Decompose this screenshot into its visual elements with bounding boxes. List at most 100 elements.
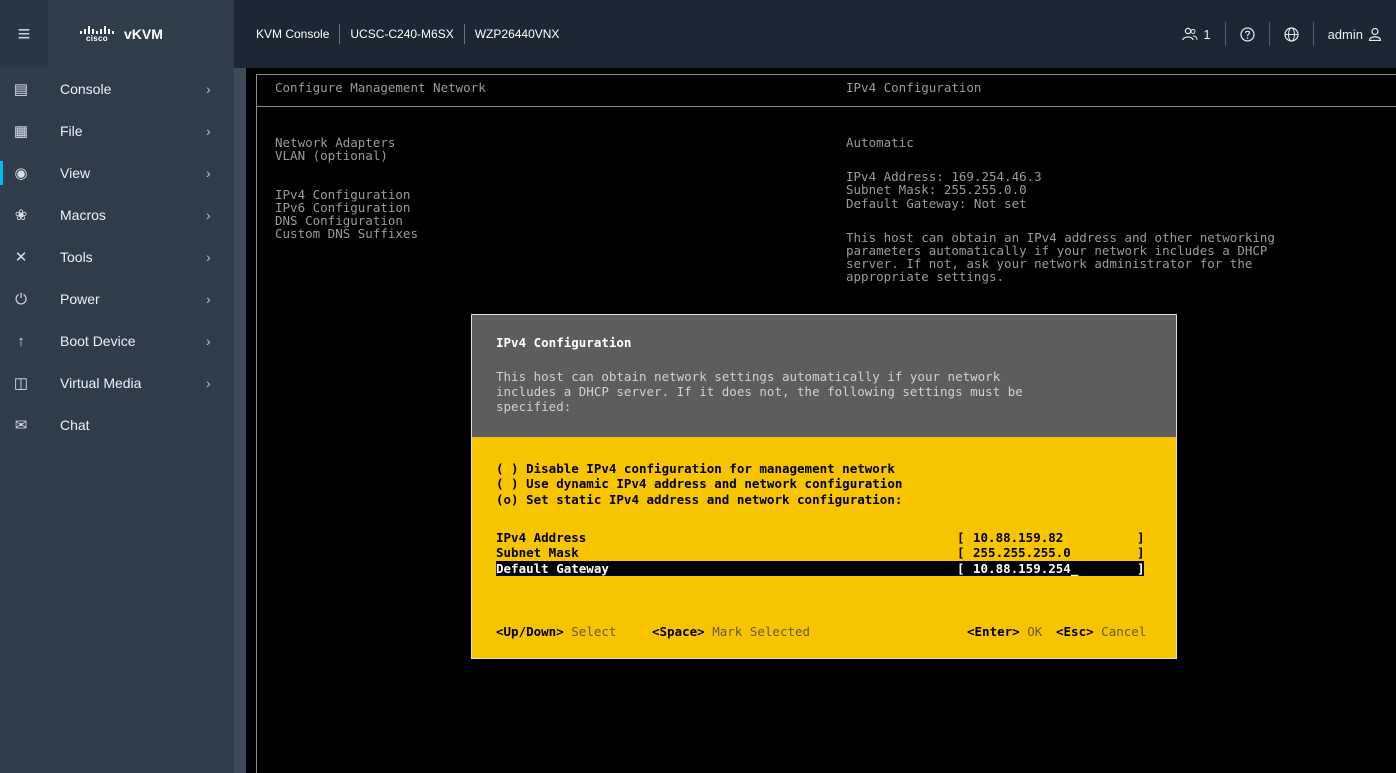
sidebar-item-virtual-media[interactable]: ◫ Virtual Media ›	[0, 362, 234, 404]
help-button[interactable]	[1224, 22, 1269, 46]
chevron-right-icon: ›	[206, 123, 211, 139]
top-bar: ≡ cisco vKVM KVM Console UCSC-C240-M6SX …	[0, 0, 1396, 68]
menu-custom-dns-suffixes: Custom DNS Suffixes	[275, 226, 418, 241]
dialog-description-line: includes a DHCP server. If it does not, …	[496, 384, 1023, 399]
dialog-header: IPv4 Configuration This host can obtain …	[472, 315, 1176, 437]
default-gateway-field[interactable]: Default Gateway [ 10.88.159.254_ ]	[496, 561, 1145, 576]
bracket-open: [	[957, 530, 965, 545]
breadcrumb-serial[interactable]: WZP26440VNX	[463, 24, 570, 44]
app-name: vKVM	[124, 26, 163, 42]
language-button[interactable]	[1268, 22, 1313, 46]
power-icon: ⏻	[15, 290, 27, 308]
bracket-close: ]	[1137, 545, 1145, 560]
tools-icon: ✕	[14, 249, 28, 266]
chevron-right-icon: ›	[206, 165, 211, 181]
current-default-gateway: Default Gateway: Not set	[846, 196, 1027, 211]
enter-key: <Enter>	[967, 624, 1020, 639]
hamburger-icon[interactable]: ≡	[0, 0, 48, 68]
menu-vlan: VLAN (optional)	[275, 148, 388, 163]
dialog-description-line: This host can obtain network settings au…	[496, 369, 1001, 384]
sidebar-item-label: Console	[60, 81, 112, 97]
bracket-close: ]	[1137, 561, 1145, 576]
user-menu[interactable]: admin	[1312, 22, 1396, 46]
field-label: Default Gateway	[496, 561, 609, 576]
arrow-up-icon: ↑	[17, 332, 25, 350]
help-line: appropriate settings.	[846, 269, 1005, 284]
active-indicator	[0, 161, 3, 185]
dialog-title: IPv4 Configuration	[496, 335, 632, 350]
sidebar-item-macros[interactable]: ❀ Macros ›	[0, 194, 234, 236]
sessions-button[interactable]: 1	[1168, 22, 1224, 46]
users-icon	[1182, 27, 1198, 41]
sidebar-item-label: Macros	[60, 207, 106, 223]
sidebar-item-label: Boot Device	[60, 333, 136, 349]
field-label: IPv4 Address	[496, 530, 587, 545]
sidebar: ▤ Console › ▦ File › ◉ View › ❀ Macros ›…	[0, 68, 234, 773]
option-static-ipv4[interactable]: (o) Set static IPv4 address and network …	[496, 492, 902, 507]
top-right-actions: 1 admin	[1168, 22, 1396, 46]
eye-icon: ◉	[14, 165, 28, 182]
brand: cisco vKVM	[48, 0, 234, 68]
ok-label: OK	[1027, 624, 1043, 639]
user-icon	[1368, 27, 1382, 41]
macros-icon: ❀	[14, 207, 28, 224]
ok-button[interactable]: <Enter> OK	[967, 624, 1042, 639]
ipv4-mode: Automatic	[846, 135, 914, 150]
terminal-header-divider	[256, 106, 1396, 107]
chat-icon: ✉	[14, 417, 28, 434]
sidebar-item-view[interactable]: ◉ View ›	[0, 152, 234, 194]
footer-select-hint: <Up/Down> Select	[496, 624, 616, 639]
user-name: admin	[1327, 26, 1363, 42]
sidebar-item-label: Chat	[60, 417, 90, 433]
breadcrumb: KVM Console UCSC-C240-M6SX WZP26440VNX	[246, 24, 569, 44]
cisco-logo: cisco	[80, 25, 114, 43]
updown-key: <Up/Down>	[496, 624, 564, 639]
chevron-right-icon: ›	[206, 81, 211, 97]
field-label: Subnet Mask	[496, 545, 579, 560]
sidebar-item-label: File	[60, 123, 83, 139]
bracket-open: [	[957, 561, 965, 576]
option-disable-ipv4[interactable]: ( ) Disable IPv4 configuration for manag…	[496, 461, 895, 476]
console-icon: ▤	[13, 81, 29, 98]
space-hint: Mark Selected	[712, 624, 811, 639]
sidebar-item-label: Power	[60, 291, 100, 307]
virtual-media-icon: ◫	[13, 375, 29, 392]
globe-icon	[1283, 26, 1299, 42]
default-gateway-value[interactable]: 10.88.159.254_	[973, 561, 1078, 576]
terminal-left-title: Configure Management Network	[275, 80, 486, 95]
sidebar-item-chat[interactable]: ✉ Chat	[0, 404, 234, 446]
esc-key: <Esc>	[1056, 624, 1094, 639]
sidebar-item-label: View	[60, 165, 91, 181]
ipv4-address-field[interactable]: IPv4 Address [ 10.88.159.82 ]	[496, 530, 1145, 545]
chevron-right-icon: ›	[206, 375, 211, 391]
sidebar-item-power[interactable]: ⏻ Power ›	[0, 278, 234, 320]
breadcrumb-kvm-console[interactable]: KVM Console	[246, 24, 339, 44]
chevron-right-icon: ›	[206, 333, 211, 349]
chevron-right-icon: ›	[206, 291, 211, 307]
updown-hint: Select	[571, 624, 617, 639]
cancel-label: Cancel	[1101, 624, 1147, 639]
breadcrumb-server-model[interactable]: UCSC-C240-M6SX	[339, 24, 463, 44]
sidebar-item-label: Virtual Media	[60, 375, 142, 391]
sidebar-item-console[interactable]: ▤ Console ›	[0, 68, 234, 110]
kvm-console-screen[interactable]: Configure Management Network IPv4 Config…	[246, 68, 1396, 773]
cancel-button[interactable]: <Esc> Cancel	[1056, 624, 1146, 639]
bracket-close: ]	[1137, 530, 1145, 545]
ipv4-address-value[interactable]: 10.88.159.82	[973, 530, 1063, 545]
cisco-logo-text: cisco	[86, 33, 108, 43]
current-subnet-mask: Subnet Mask: 255.255.0.0	[846, 182, 1027, 197]
sidebar-divider	[234, 68, 246, 773]
bracket-open: [	[957, 545, 965, 560]
ipv4-configuration-dialog: IPv4 Configuration This host can obtain …	[471, 314, 1177, 659]
sidebar-item-label: Tools	[60, 249, 93, 265]
chevron-right-icon: ›	[206, 249, 211, 265]
option-dynamic-ipv4[interactable]: ( ) Use dynamic IPv4 address and network…	[496, 476, 902, 491]
sidebar-item-boot-device[interactable]: ↑ Boot Device ›	[0, 320, 234, 362]
sidebar-item-tools[interactable]: ✕ Tools ›	[0, 236, 234, 278]
subnet-mask-value[interactable]: 255.255.255.0	[973, 545, 1071, 560]
footer-mark-hint: <Space> Mark Selected	[652, 624, 810, 639]
sidebar-item-file[interactable]: ▦ File ›	[0, 110, 234, 152]
subnet-mask-field[interactable]: Subnet Mask [ 255.255.255.0 ]	[496, 545, 1145, 560]
help-icon	[1239, 26, 1255, 42]
space-key: <Space>	[652, 624, 705, 639]
